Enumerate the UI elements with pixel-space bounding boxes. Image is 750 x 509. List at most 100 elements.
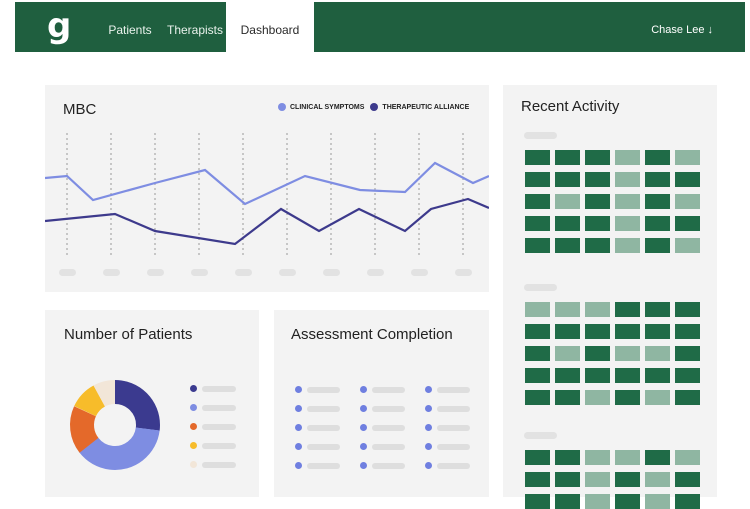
activity-cell (675, 494, 700, 509)
assessment-label-placeholder (437, 406, 470, 412)
series-clinical-symptoms (45, 161, 489, 206)
donut-legend-label-placeholder (202, 405, 236, 411)
activity-cell (525, 216, 550, 231)
activity-cell (615, 172, 640, 187)
activity-cell (675, 324, 700, 339)
activity-cell (645, 172, 670, 187)
activity-cell (585, 216, 610, 231)
activity-cell (615, 194, 640, 209)
donut-legend-label-placeholder (202, 424, 236, 430)
assessment-label-placeholder (437, 387, 470, 393)
activity-cell (555, 346, 580, 361)
assessment-label-placeholder (372, 444, 405, 450)
assessment-status-dot (425, 443, 432, 450)
activity-cell (525, 390, 550, 405)
assessment-status-dot (360, 443, 367, 450)
assessment-status-dot (425, 405, 432, 412)
activity-cell (555, 302, 580, 317)
activity-cell (675, 346, 700, 361)
assessment-status-dot (295, 424, 302, 431)
assessment-status-dot (360, 462, 367, 469)
donut-legend-dot (190, 385, 197, 392)
assessment-label-placeholder (437, 425, 470, 431)
activity-cell (585, 346, 610, 361)
activity-cell (675, 194, 700, 209)
activity-cell (525, 194, 550, 209)
mbc-line-chart (45, 133, 489, 276)
app-logo[interactable]: g (47, 6, 71, 46)
activity-cell (615, 150, 640, 165)
activity-cell (615, 302, 640, 317)
activity-cell (555, 150, 580, 165)
activity-cell (675, 368, 700, 383)
donut-legend-dot (190, 404, 197, 411)
number-of-patients-card: Number of Patients (45, 310, 259, 497)
activity-cell (675, 238, 700, 253)
activity-cell (615, 324, 640, 339)
activity-cell (615, 494, 640, 509)
assessment-label-placeholder (307, 387, 340, 393)
activity-cell (525, 238, 550, 253)
activity-cell (585, 324, 610, 339)
activity-cell (645, 346, 670, 361)
assessment-status-dot (360, 424, 367, 431)
activity-cell (675, 390, 700, 405)
activity-group-label (524, 432, 557, 439)
activity-cell (675, 150, 700, 165)
activity-group-label (524, 132, 557, 139)
activity-cell (615, 368, 640, 383)
activity-cell (555, 194, 580, 209)
activity-cell (645, 472, 670, 487)
assessment-status-dot (295, 386, 302, 393)
activity-cell (525, 472, 550, 487)
activity-cell (555, 238, 580, 253)
assessment-status-dot (360, 386, 367, 393)
nav-item-therapists[interactable]: Therapists (157, 2, 233, 52)
assessment-status-dot (295, 462, 302, 469)
activity-cell (585, 472, 610, 487)
activity-cell (675, 472, 700, 487)
donut-legend-label-placeholder (202, 462, 236, 468)
activity-cell (615, 390, 640, 405)
activity-cell (555, 172, 580, 187)
activity-cell (585, 494, 610, 509)
activity-cell (675, 216, 700, 231)
x-axis-placeholders (59, 269, 472, 276)
assessment-status-dot (295, 405, 302, 412)
assessment-status-dot (425, 462, 432, 469)
activity-cell (525, 302, 550, 317)
activity-cell (585, 368, 610, 383)
nav-item-dashboard[interactable]: Dashboard (226, 2, 314, 52)
assessment-status-dot (295, 443, 302, 450)
assessment-label-placeholder (372, 406, 405, 412)
assessment-completion-card: Assessment Completion (274, 310, 489, 497)
activity-cell (525, 324, 550, 339)
nav-item-patients[interactable]: Patients (95, 2, 165, 52)
activity-cell (585, 390, 610, 405)
activity-cell (645, 494, 670, 509)
recent-activity-title: Recent Activity (521, 98, 620, 115)
activity-cell (555, 216, 580, 231)
series-therapeutic-alliance (45, 197, 489, 246)
activity-cell (645, 150, 670, 165)
activity-cell (555, 368, 580, 383)
user-menu[interactable]: Chase Lee ↓ (651, 2, 713, 52)
donut-legend-label-placeholder (202, 443, 236, 449)
activity-cell (615, 472, 640, 487)
activity-cell (615, 450, 640, 465)
activity-cell (645, 216, 670, 231)
activity-cell (615, 346, 640, 361)
mbc-card: MBC CLINICAL SYMPTOMS THERAPEUTIC ALLIAN… (45, 85, 489, 292)
activity-cell (645, 324, 670, 339)
activity-cell (555, 450, 580, 465)
assessment-label-placeholder (437, 463, 470, 469)
assessment-status-dot (425, 424, 432, 431)
top-nav: g Patients Therapists Dashboard Chase Le… (15, 2, 745, 52)
activity-cell (555, 494, 580, 509)
assessment-label-placeholder (307, 444, 340, 450)
activity-cell (525, 368, 550, 383)
donut-legend-dot (190, 423, 197, 430)
activity-cell (525, 346, 550, 361)
assessment-label-placeholder (372, 425, 405, 431)
activity-cell (675, 172, 700, 187)
